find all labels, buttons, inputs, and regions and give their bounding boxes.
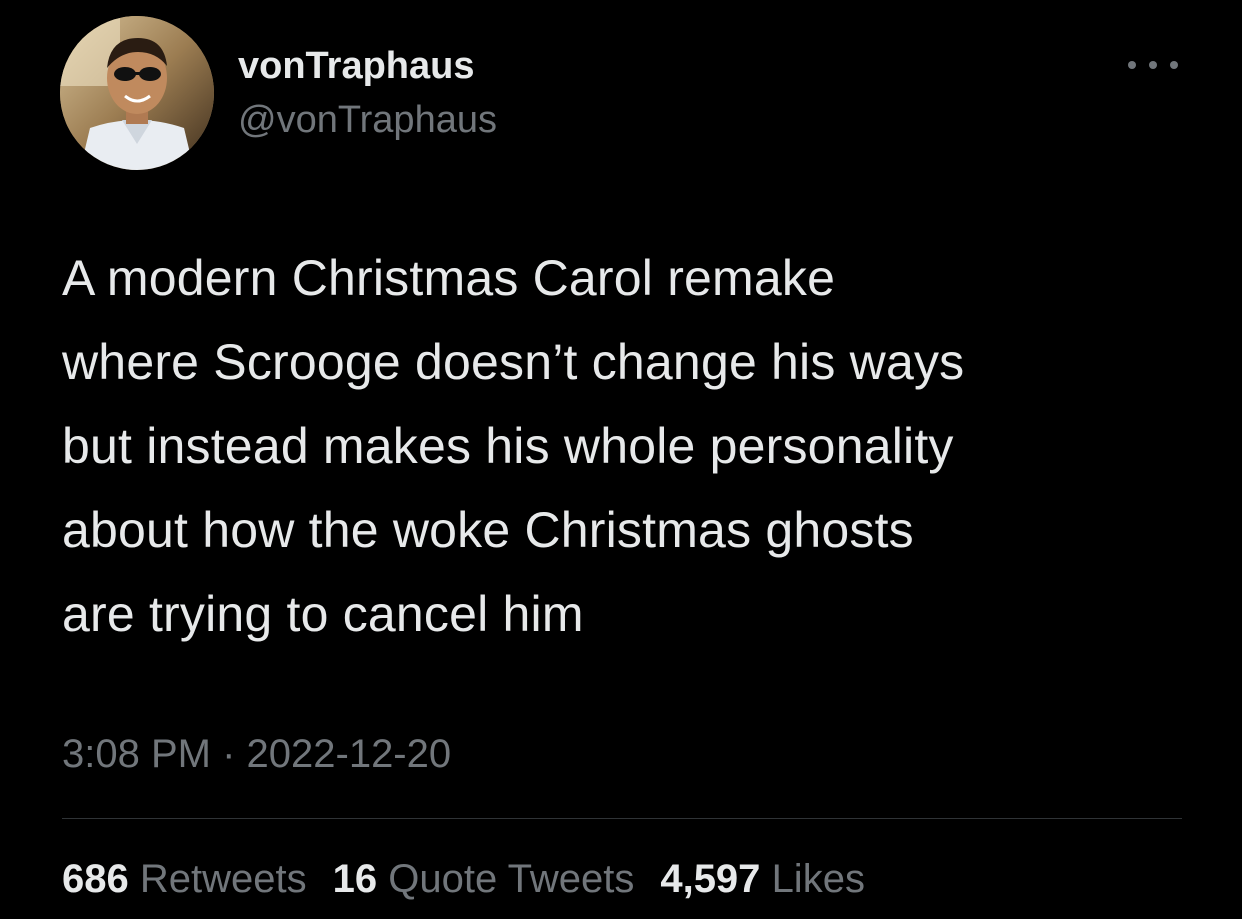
avatar[interactable]	[60, 16, 214, 170]
likes-count: 4,597	[660, 857, 761, 901]
tweet-text: A modern Christmas Carol remake where Sc…	[62, 236, 1212, 656]
divider	[62, 818, 1182, 819]
likes-label: Likes	[771, 857, 865, 901]
tweet-text-line: about how the woke Christmas ghosts	[62, 502, 914, 558]
tweet-card: vonTraphaus @vonTraphaus A modern Christ…	[0, 0, 1242, 919]
more-horizontal-icon	[1170, 61, 1178, 69]
quote-tweets-count: 16	[332, 857, 378, 901]
more-options-button[interactable]	[1128, 52, 1178, 78]
more-horizontal-icon	[1128, 61, 1136, 69]
likes-stat[interactable]: 4,597 Likes	[660, 852, 865, 906]
more-horizontal-icon	[1149, 61, 1157, 69]
quote-tweets-label: Quote Tweets	[388, 857, 635, 901]
quote-tweets-stat[interactable]: 16 Quote Tweets	[333, 852, 635, 906]
tweet-text-line: but instead makes his whole personality	[62, 418, 954, 474]
tweet-text-line: are trying to cancel him	[62, 586, 584, 642]
tweet-timestamp[interactable]: 3:08 PM · 2022-12-20	[62, 726, 451, 782]
retweets-label: Retweets	[139, 857, 307, 901]
handle[interactable]: @vonTraphaus	[238, 96, 497, 144]
profile-photo-icon	[60, 16, 214, 170]
retweets-count: 686	[62, 857, 129, 901]
retweets-stat[interactable]: 686 Retweets	[62, 852, 307, 906]
tweet-text-line: A modern Christmas Carol remake	[62, 250, 836, 306]
tweet-text-line: where Scrooge doesn’t change his ways	[62, 334, 965, 390]
engagement-stats: 686 Retweets 16 Quote Tweets 4,597 Likes	[62, 852, 865, 906]
display-name[interactable]: vonTraphaus	[238, 42, 475, 90]
